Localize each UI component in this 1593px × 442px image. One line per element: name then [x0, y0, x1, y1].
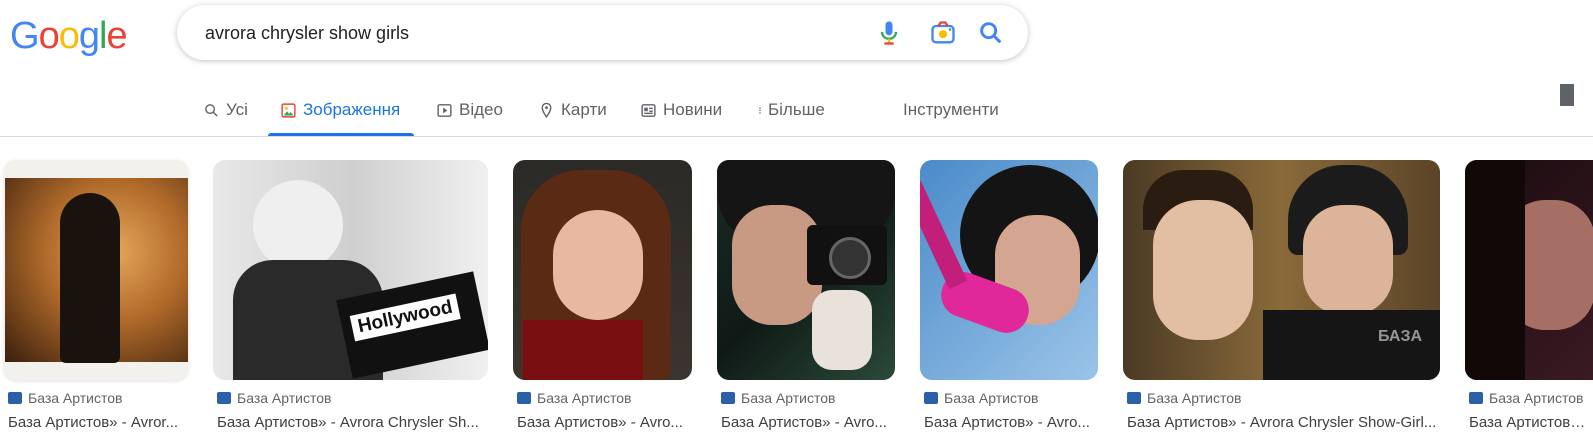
tools-label: Інструменти [903, 100, 999, 119]
tab-images[interactable]: Зображення [267, 86, 415, 136]
figure-silhouette [60, 193, 120, 363]
result-title[interactable]: База Артистов» - Avrora Chrysler Show-Gi… [1127, 414, 1439, 431]
result-source: База Артистов [721, 390, 835, 406]
tools-button[interactable]: Інструменти [903, 86, 999, 134]
camera [807, 225, 887, 285]
map-pin-icon [541, 102, 552, 118]
image-result[interactable]: БАЗА База Артистов База Артистов» - Avro… [1123, 160, 1440, 431]
result-title[interactable]: База Артистов» - Avro... [517, 414, 692, 431]
result-source: База Артистов [924, 390, 1038, 406]
source-name: База Артистов [741, 390, 836, 406]
site-favicon-icon [217, 392, 231, 404]
result-source: База Артистов [217, 390, 331, 406]
tab-label: Новини [663, 100, 723, 119]
result-thumbnail[interactable] [717, 160, 895, 380]
result-source: База Артистов [1469, 390, 1583, 406]
source-name: База Артистов [237, 390, 332, 406]
site-favicon-icon [1127, 392, 1141, 404]
image-result[interactable]: База Артистов База Артистов» ... [1465, 160, 1593, 431]
more-vert-icon [759, 106, 761, 114]
tab-label: Зображення [303, 100, 401, 119]
logo-letter: o [58, 15, 80, 57]
source-name: База Артистов [537, 390, 632, 406]
play-icon [437, 103, 452, 117]
microphone-icon[interactable] [875, 19, 903, 47]
glove [812, 290, 872, 370]
result-thumbnail[interactable] [920, 160, 1098, 380]
tab-video[interactable]: Відео [436, 86, 503, 134]
tab-news[interactable]: Новини [640, 86, 722, 134]
result-thumbnail[interactable] [4, 160, 188, 380]
camera-lens-icon[interactable] [929, 19, 957, 47]
image-icon [281, 102, 296, 118]
tab-maps[interactable]: Карти [538, 86, 607, 134]
shadow [1465, 160, 1525, 380]
source-name: База Артистов [28, 390, 123, 406]
logo-letter: G [10, 15, 40, 57]
image-result[interactable]: База Артистов База Артистов» - Avro... [920, 160, 1098, 431]
tab-label: Усі [226, 100, 248, 119]
search-input[interactable] [203, 19, 847, 47]
result-thumbnail[interactable]: Hollywood [213, 160, 488, 380]
search-tabs: Усі Зображення Відео Карти Новини Більше… [0, 86, 1593, 137]
result-title[interactable]: База Артистов» ... [1469, 414, 1593, 431]
tab-more[interactable]: Більше [756, 86, 825, 134]
result-source: База Артистов [517, 390, 631, 406]
image-result[interactable]: Hollywood База Артистов База Артистов» -… [213, 160, 488, 431]
necklace [523, 320, 643, 380]
watermark: БАЗА [1378, 328, 1423, 345]
site-favicon-icon [924, 392, 938, 404]
search-box[interactable] [177, 5, 1028, 60]
image-result[interactable]: База Артистов База Артистов» - Avro... [513, 160, 692, 431]
face [553, 210, 643, 320]
result-source: База Артистов [8, 390, 122, 406]
result-thumbnail[interactable] [513, 160, 692, 380]
logo-letter: g [78, 15, 100, 57]
logo-letter: o [38, 15, 60, 57]
result-title[interactable]: База Артистов» - Avrora Chrysler Sh... [217, 414, 487, 431]
photo [5, 178, 188, 363]
result-thumbnail[interactable]: БАЗА [1123, 160, 1440, 380]
image-result[interactable]: База Артистов База Артистов» - Avro... [717, 160, 895, 431]
search-submit-icon[interactable] [977, 19, 1005, 47]
site-favicon-icon [1469, 392, 1483, 404]
face [1303, 205, 1393, 315]
site-favicon-icon [517, 392, 531, 404]
result-title[interactable]: База Артистов» - Avror... [8, 414, 188, 431]
result-thumbnail[interactable] [1465, 160, 1593, 380]
site-favicon-icon [8, 392, 22, 404]
image-result[interactable]: База Артистов База Артистов» - Avror... [4, 160, 188, 431]
search-icon [205, 103, 218, 117]
clapper-text: Hollywood [349, 293, 461, 342]
result-source: База Артистов [1127, 390, 1241, 406]
google-logo[interactable]: Google [10, 14, 128, 58]
source-name: База Артистов [1147, 390, 1242, 406]
result-title[interactable]: База Артистов» - Avro... [924, 414, 1098, 431]
site-favicon-icon [721, 392, 735, 404]
photo [253, 180, 343, 270]
source-name: База Артистов [1489, 390, 1584, 406]
logo-letter: e [106, 15, 127, 57]
tab-label: Відео [459, 100, 503, 119]
result-title[interactable]: База Артистов» - Avro... [721, 414, 895, 431]
tab-label: Карти [561, 100, 607, 119]
saved-bookmark-icon[interactable] [1560, 84, 1574, 106]
source-name: База Артистов [944, 390, 1039, 406]
news-icon [641, 103, 656, 117]
tab-label: Більше [768, 100, 825, 119]
tab-all[interactable]: Усі [203, 86, 248, 134]
face [1153, 200, 1253, 340]
